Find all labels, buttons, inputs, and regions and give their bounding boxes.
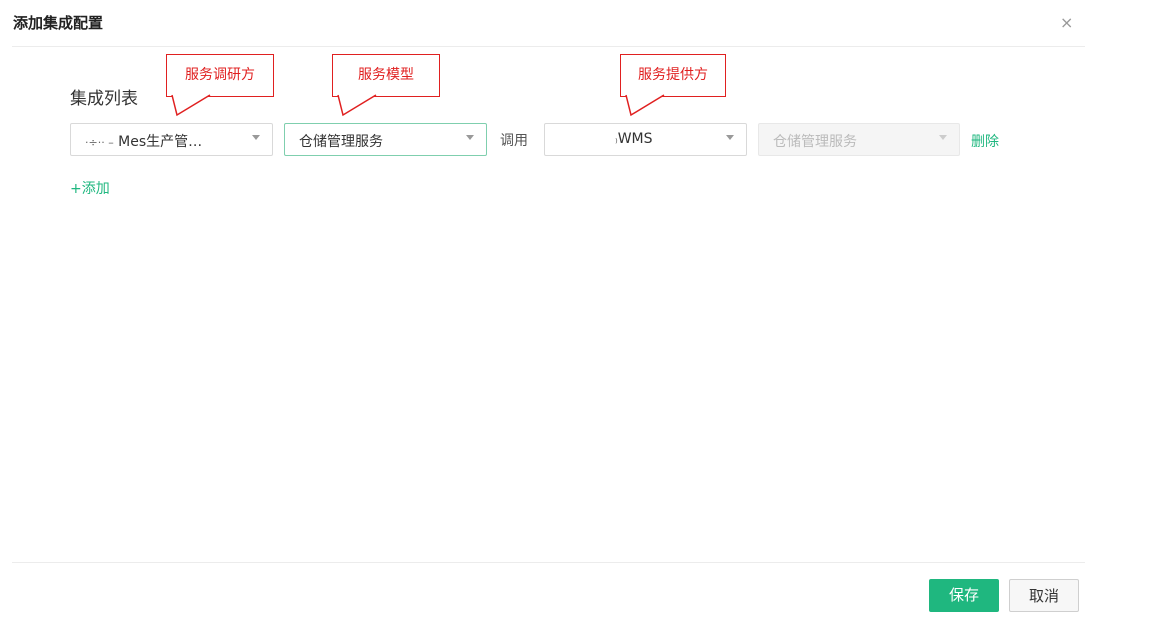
service-provider-text: WMS xyxy=(617,131,653,147)
delete-link[interactable]: 删除 xyxy=(971,131,999,151)
callout-tail-model xyxy=(337,94,377,117)
service-provider-value: ₎WMS xyxy=(615,131,653,147)
header-divider xyxy=(12,46,1085,47)
service-caller-value: ·÷·· – Mes生产管… xyxy=(85,131,202,151)
callout-tail-caller xyxy=(171,94,211,117)
service-model-value: 仓储管理服务 xyxy=(299,134,383,150)
callout-tail-provider xyxy=(625,94,665,117)
invoke-label: 调用 xyxy=(500,133,528,149)
chevron-down-icon xyxy=(939,135,947,140)
cancel-button[interactable]: 取消 xyxy=(1009,579,1079,612)
footer-divider xyxy=(12,562,1085,563)
chevron-down-icon xyxy=(252,135,260,140)
callout-service-caller: 服务调研方 xyxy=(166,54,274,97)
service-caller-prefix: ·÷·· – xyxy=(85,136,114,149)
save-button[interactable]: 保存 xyxy=(929,579,999,612)
service-caller-text: Mes生产管… xyxy=(118,134,203,150)
callout-service-provider: 服务提供方 xyxy=(620,54,726,97)
dialog-title: 添加集成配置 xyxy=(13,14,104,32)
close-icon[interactable]: × xyxy=(1060,14,1073,32)
service-model-select[interactable]: 仓储管理服务 xyxy=(284,123,487,156)
add-integration-dialog: 添加集成配置 × 集成列表 服务调研方 服务模型 服务提供方 ·÷·· – Me… xyxy=(0,0,1085,631)
service-provider-select[interactable]: ₎WMS xyxy=(544,123,747,156)
callout-service-model: 服务模型 xyxy=(332,54,440,97)
chevron-down-icon xyxy=(726,135,734,140)
chevron-down-icon xyxy=(466,135,474,140)
provider-model-value: 仓储管理服务 xyxy=(773,134,857,150)
provider-model-select[interactable]: 仓储管理服务 xyxy=(758,123,960,156)
add-link[interactable]: +添加 xyxy=(70,178,110,198)
section-label: 集成列表 xyxy=(70,89,138,109)
service-caller-select[interactable]: ·÷·· – Mes生产管… xyxy=(70,123,273,156)
